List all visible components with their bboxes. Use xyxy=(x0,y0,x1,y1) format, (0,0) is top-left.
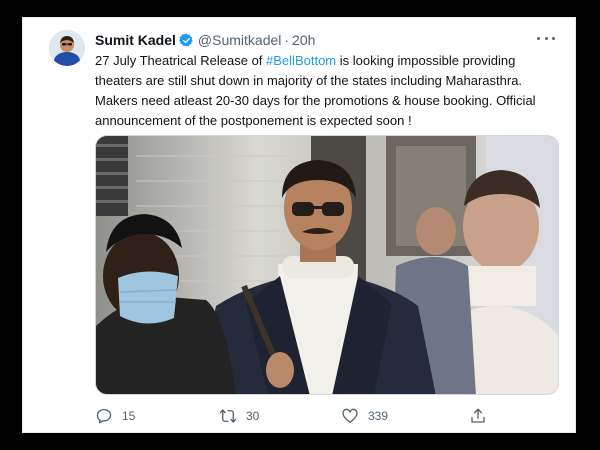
avatar[interactable] xyxy=(49,30,85,66)
retweet-icon xyxy=(219,407,237,425)
reply-icon xyxy=(95,407,113,425)
user-handle[interactable]: @Sumitkadel xyxy=(198,30,281,50)
share-button[interactable] xyxy=(469,406,487,426)
verified-badge-icon xyxy=(178,33,194,48)
tweet-card[interactable]: Sumit Kadel @Sumitkadel · 20h 27 July Th… xyxy=(22,17,576,433)
more-icon[interactable] xyxy=(537,32,555,44)
reply-button[interactable]: 15 xyxy=(95,406,135,426)
tweet-header: Sumit Kadel @Sumitkadel · 20h xyxy=(95,30,315,50)
display-name[interactable]: Sumit Kadel xyxy=(95,30,176,50)
retweet-count: 30 xyxy=(246,409,260,423)
hashtag-link[interactable]: #BellBottom xyxy=(266,53,336,68)
like-icon xyxy=(341,407,359,425)
like-count: 339 xyxy=(368,409,389,423)
share-icon xyxy=(469,407,487,425)
tweet-text-before: 27 July Theatrical Release of xyxy=(95,53,267,68)
tweet-actions: 15 30 339 xyxy=(95,406,515,426)
like-button[interactable]: 339 xyxy=(341,406,388,426)
retweet-button[interactable]: 30 xyxy=(219,406,259,426)
tweet-timestamp[interactable]: 20h xyxy=(292,30,315,50)
tweet-text: 27 July Theatrical Release of #BellBotto… xyxy=(95,51,563,131)
separator-dot: · xyxy=(284,32,290,48)
reply-count: 15 xyxy=(122,409,136,423)
tweet-photo[interactable] xyxy=(95,135,559,395)
